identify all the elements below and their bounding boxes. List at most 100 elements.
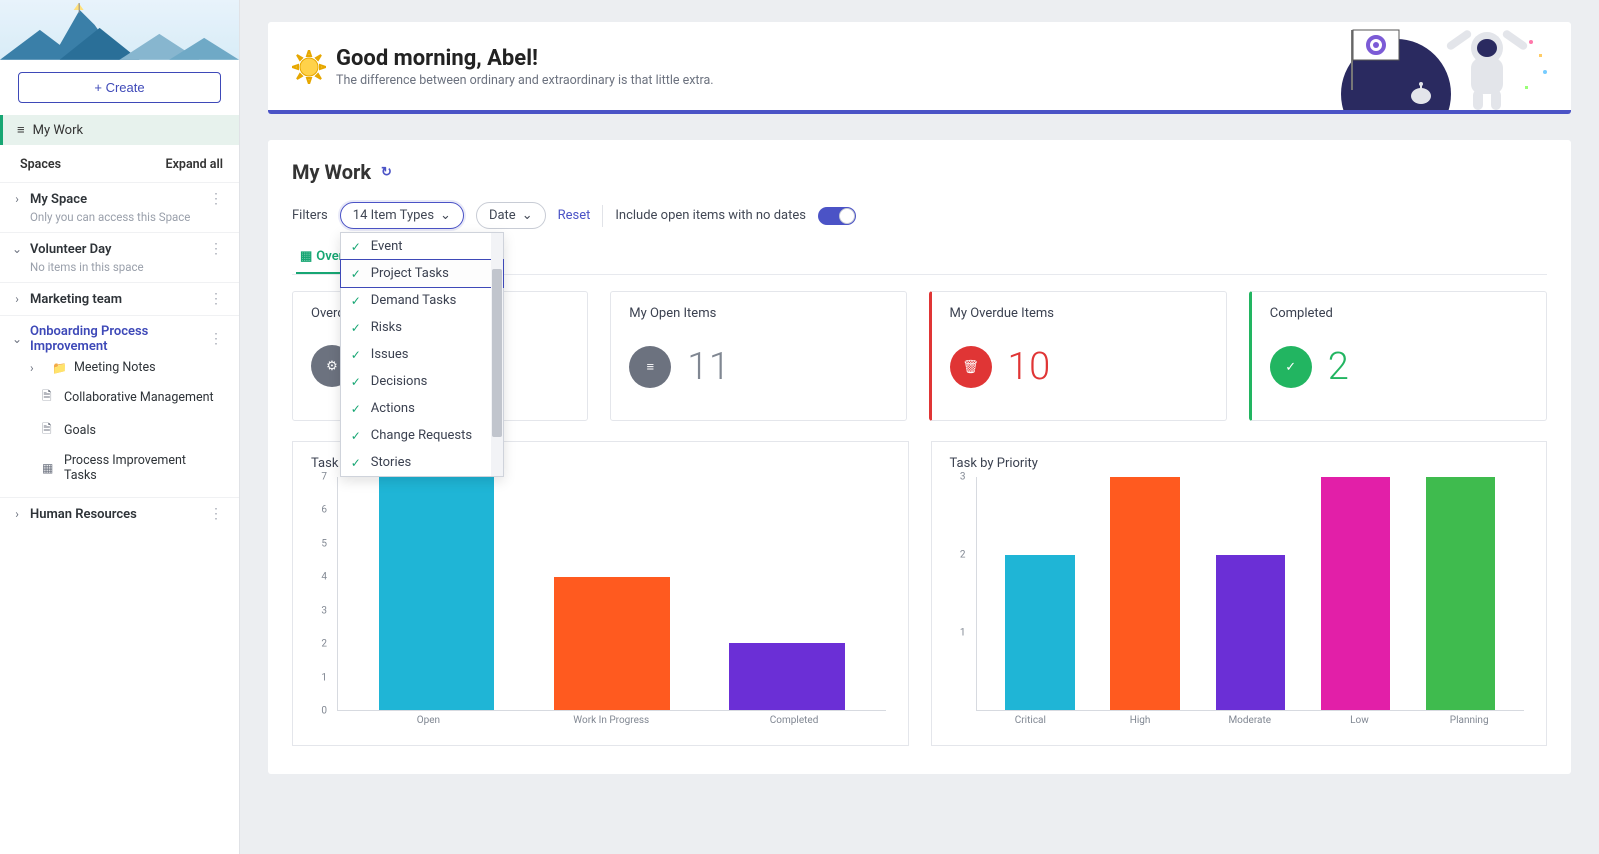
sidebar-subitem-goals[interactable]: 🗎 Goals [10, 414, 229, 447]
space-item-volunteer-day[interactable]: Volunteer Day [30, 242, 197, 257]
kpi-title: My Open Items [629, 306, 887, 321]
y-tick: 2 [960, 550, 966, 561]
dropdown-item-issues[interactable]: ✓Issues [341, 341, 503, 368]
include-no-dates-label: Include open items with no dates [615, 208, 806, 223]
kpi-title: Completed [1270, 306, 1528, 321]
chart1-area: 01234567OpenWork In ProgressCompleted [311, 477, 890, 735]
space-chevron-icon[interactable]: › [10, 292, 24, 306]
y-tick: 7 [321, 472, 327, 483]
space-options-icon[interactable]: ⋮ [203, 506, 229, 522]
x-label: Work In Progress [520, 715, 703, 735]
filters-row: Filters 14 Item Types ⌄ ✓Event✓Project T… [292, 202, 1547, 229]
dropdown-item-label: Risks [371, 320, 402, 335]
sidebar-subitem-process-improvement-tasks[interactable]: ▦ Process Improvement Tasks [10, 447, 229, 489]
space-chevron-icon[interactable]: › [10, 507, 24, 521]
filters-label: Filters [292, 208, 328, 223]
panel-title-text: My Work [292, 160, 371, 184]
x-label: Completed [703, 715, 886, 735]
dropdown-scrollbar[interactable] [491, 233, 503, 476]
list-icon: ≡ [17, 122, 25, 138]
space-options-icon[interactable]: ⋮ [203, 191, 229, 207]
bar-critical[interactable] [1005, 555, 1074, 710]
space-item-my-space[interactable]: My Space [30, 192, 197, 207]
check-icon: ✓ [351, 294, 363, 308]
reset-filters-link[interactable]: Reset [558, 208, 591, 223]
grid-icon: ▦ [42, 461, 56, 475]
space-options-icon[interactable]: ⋮ [203, 241, 229, 257]
y-tick: 3 [960, 472, 966, 483]
bar-moderate[interactable] [1216, 555, 1285, 710]
chart2-area: 123CriticalHighModerateLowPlanning [950, 477, 1529, 735]
dropdown-item-stories[interactable]: ✓Stories [341, 449, 503, 476]
bar-work-in-progress[interactable] [554, 577, 670, 710]
dropdown-item-label: Change Requests [371, 428, 472, 443]
nav-my-work[interactable]: ≡ My Work [0, 115, 239, 145]
dropdown-item-event[interactable]: ✓Event [341, 233, 503, 260]
space-chevron-icon[interactable]: › [10, 192, 24, 206]
chart-task-by-state: Task by State 01234567OpenWork In Progre… [292, 441, 909, 746]
grid-icon: ▦ [300, 249, 312, 264]
bar-open[interactable] [379, 477, 495, 710]
dropdown-item-label: Event [371, 239, 403, 254]
kpi-card-completed[interactable]: Completed✓2 [1249, 291, 1547, 421]
spaces-label: Spaces [20, 157, 61, 172]
my-work-panel: My Work ↻ Filters 14 Item Types ⌄ ✓Event… [268, 140, 1571, 774]
item-types-filter[interactable]: 14 Item Types ⌄ [340, 202, 464, 229]
x-label: Low [1305, 715, 1415, 735]
bar-completed[interactable] [729, 643, 845, 710]
kpi-card-my-overdue-items[interactable]: My Overdue Items🗑10 [929, 291, 1227, 421]
y-tick: 0 [321, 706, 327, 717]
dropdown-item-label: Decisions [371, 374, 428, 389]
y-tick: 3 [321, 605, 327, 616]
space-item-human-resources[interactable]: Human Resources [30, 507, 197, 522]
y-tick: 4 [321, 572, 327, 583]
check-icon: ✓ [351, 429, 363, 443]
dropdown-item-project-tasks[interactable]: ✓Project Tasks [340, 259, 504, 288]
kpi-card-my-open-items[interactable]: My Open Items≡11 [610, 291, 906, 421]
dropdown-item-label: Project Tasks [371, 266, 449, 281]
doc-icon: 🗎 [42, 387, 56, 408]
dropdown-item-demand-tasks[interactable]: ✓Demand Tasks [341, 287, 503, 314]
y-tick: 1 [960, 628, 966, 639]
date-filter[interactable]: Date ⌄ [476, 202, 546, 229]
x-label: Open [337, 715, 520, 735]
subitem-label: Process Improvement Tasks [64, 453, 221, 483]
refresh-icon[interactable]: ↻ [381, 165, 392, 180]
kpi-title: My Overdue Items [950, 306, 1208, 321]
subitem-label: Goals [64, 423, 96, 438]
greeting-banner: Good morning, Abel! The difference betwe… [268, 22, 1571, 114]
spaces-list: ›My Space⋮Only you can access this Space… [0, 182, 239, 530]
dropdown-item-decisions[interactable]: ✓Decisions [341, 368, 503, 395]
greeting-text: Good morning, Abel! [336, 46, 714, 71]
main-content: Good morning, Abel! The difference betwe… [240, 0, 1599, 854]
item-types-dropdown: ✓Event✓Project Tasks✓Demand Tasks✓Risks✓… [340, 232, 504, 477]
include-no-dates-toggle[interactable] [818, 207, 856, 225]
expand-all-link[interactable]: Expand all [166, 157, 223, 172]
check-icon: ✓ [351, 348, 363, 362]
bar-planning[interactable] [1426, 477, 1495, 710]
kpi-icon: ≡ [629, 346, 671, 388]
x-label: Planning [1414, 715, 1524, 735]
space-item-marketing-team[interactable]: Marketing team [30, 292, 197, 307]
doc-icon: 🗎 [42, 420, 56, 441]
subitem-label: Collaborative Management [64, 390, 214, 405]
chart-task-by-priority: Task by Priority 123CriticalHighModerate… [931, 441, 1548, 746]
kpi-icon: ✓ [1270, 346, 1312, 388]
space-chevron-icon[interactable]: ⌄ [10, 332, 24, 346]
folder-icon: 📁 [52, 361, 66, 375]
create-button[interactable]: + Create [18, 72, 221, 103]
bar-high[interactable] [1110, 477, 1179, 710]
dropdown-item-risks[interactable]: ✓Risks [341, 314, 503, 341]
space-item-onboarding-process-improvement[interactable]: Onboarding Process Improvement [30, 324, 197, 354]
dropdown-item-change-requests[interactable]: ✓ Change Requests [341, 422, 503, 449]
scrollbar-thumb[interactable] [492, 269, 502, 437]
sidebar-subitem-collaborative-management[interactable]: 🗎 Collaborative Management [10, 381, 229, 414]
space-chevron-icon[interactable]: ⌄ [10, 242, 24, 256]
space-options-icon[interactable]: ⋮ [203, 291, 229, 307]
divider [602, 205, 603, 227]
chevron-down-icon: ⌄ [440, 208, 451, 223]
dropdown-item-actions[interactable]: ✓Actions [341, 395, 503, 422]
sidebar-subitem-meeting-notes[interactable]: ›📁Meeting Notes [10, 354, 229, 381]
bar-low[interactable] [1321, 477, 1390, 710]
space-options-icon[interactable]: ⋮ [203, 331, 229, 347]
